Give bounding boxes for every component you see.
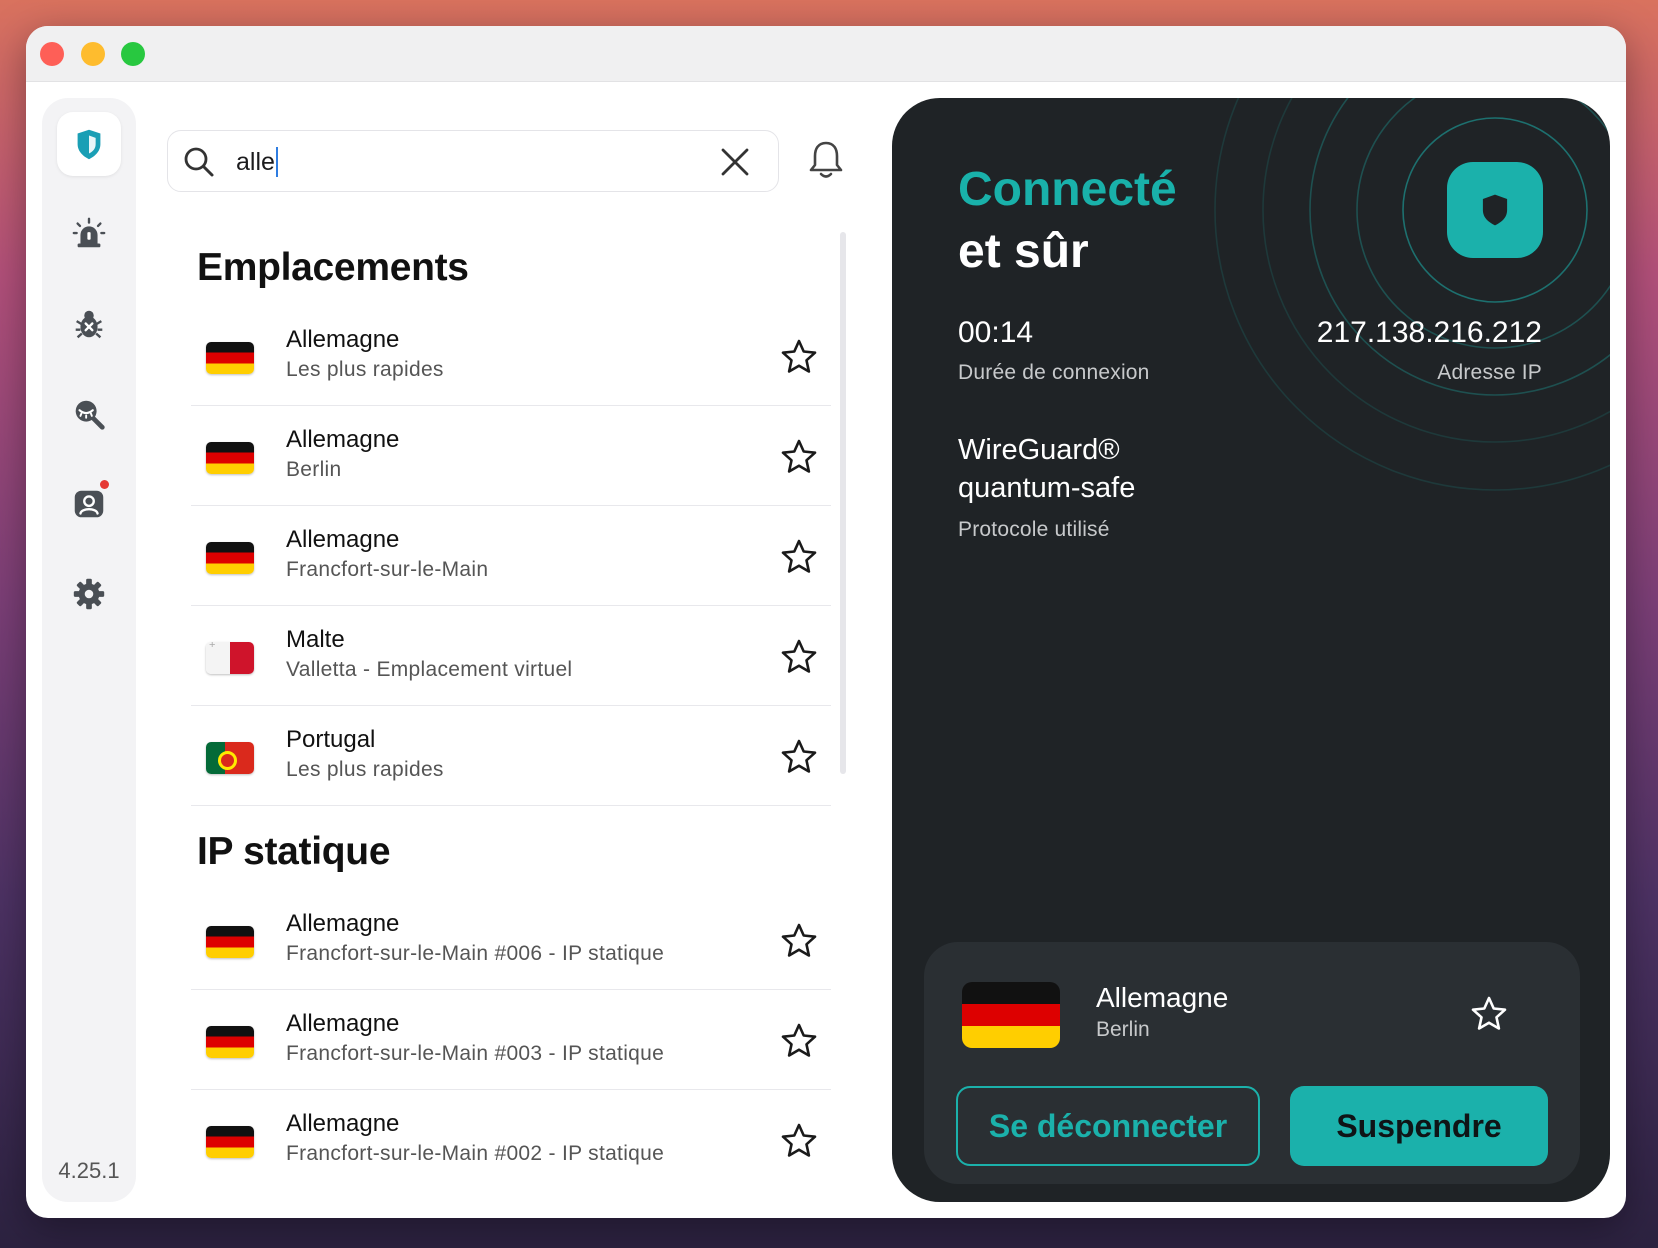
status-title-connected: Connecté [958,163,1177,216]
location-row[interactable]: Allemagne Francfort-sur-le-Main #003 - I… [191,990,831,1090]
location-detail: Francfort-sur-le-Main [286,558,489,581]
location-country: Allemagne [286,426,400,453]
minimize-window-button[interactable] [81,42,105,66]
favorite-star-icon[interactable] [779,437,819,477]
app-window: 4.25.1 alle Emplacements Allemagne Les p… [26,26,1626,1218]
favorite-star-icon[interactable] [779,921,819,961]
location-list: Emplacements Allemagne Les plus rapides … [167,216,847,1202]
pause-button[interactable]: Suspendre [1290,1086,1548,1166]
location-row[interactable]: Allemagne Francfort-sur-le-Main #002 - I… [191,1090,831,1190]
location-detail: Les plus rapides [286,758,444,781]
status-title-secure: et sûr [958,225,1089,278]
connection-duration-label: Durée de connexion [958,361,1150,384]
connection-status-panel: Connecté et sûr 00:14 Durée de connexion… [892,98,1610,1202]
location-row[interactable]: Malte Valletta - Emplacement virtuel [191,606,831,706]
ip-address-label: Adresse IP [1437,361,1542,384]
sidebar-item-threats[interactable] [57,292,121,356]
location-country: Allemagne [286,526,400,553]
location-row[interactable]: Allemagne Les plus rapides [191,306,831,406]
favorite-star-icon[interactable] [779,637,819,677]
germany-flag-icon [206,542,254,574]
location-country: Malte [286,626,345,653]
location-detail: Francfort-sur-le-Main #002 - IP statique [286,1142,665,1165]
location-detail: Les plus rapides [286,358,444,381]
shield-icon [1482,194,1508,226]
sidebar-item-vpn[interactable] [57,112,121,176]
location-detail: Francfort-sur-le-Main #006 - IP statique [286,942,665,965]
virus-bug-icon [75,310,103,339]
section-title-locations: Emplacements [197,246,469,289]
sidebar-item-account[interactable] [57,472,121,536]
connection-duration: 00:14 [958,316,1034,349]
disconnect-button[interactable]: Se déconnecter [956,1086,1260,1166]
account-icon [74,490,104,518]
shield-status-tile [1447,162,1543,258]
maximize-window-button[interactable] [121,42,145,66]
germany-flag-icon [206,442,254,474]
location-row[interactable]: Portugal Les plus rapides [191,706,831,806]
location-row[interactable]: Allemagne Francfort-sur-le-Main #006 - I… [191,890,831,990]
favorite-star-icon[interactable] [779,537,819,577]
gear-icon [73,578,105,610]
sidebar: 4.25.1 [42,98,136,1202]
search-value: alle [236,147,278,177]
close-window-button[interactable] [40,42,64,66]
dark-web-search-icon [75,400,105,430]
location-country: Allemagne [286,910,400,937]
title-bar [26,26,1626,82]
search-input[interactable]: alle [167,130,779,192]
protocol-name: WireGuard® [958,434,1120,466]
favorite-star-icon[interactable] [1469,994,1509,1034]
notifications-bell-icon[interactable] [806,138,846,182]
portugal-flag-icon [206,742,254,774]
sidebar-item-dark-web[interactable] [57,382,121,446]
sidebar-item-settings[interactable] [57,562,121,626]
germany-flag-icon [962,982,1060,1048]
app-version: 4.25.1 [58,1158,120,1183]
vpn-shield-icon [77,129,101,160]
current-city: Berlin [1096,1018,1150,1041]
location-row[interactable]: Allemagne Francfort-sur-le-Main [191,506,831,606]
clear-search-icon[interactable] [718,145,752,179]
sidebar-item-alerts[interactable] [57,202,121,266]
favorite-star-icon[interactable] [779,737,819,777]
search-icon [184,147,214,177]
protocol-variant: quantum-safe [958,472,1136,504]
location-detail: Berlin [286,458,342,481]
location-row[interactable]: Allemagne Berlin [191,406,831,506]
germany-flag-icon [206,1126,254,1158]
germany-flag-icon [206,926,254,958]
alert-siren-icon [72,217,106,248]
section-title-static-ip: IP statique [197,830,391,873]
favorite-star-icon[interactable] [779,337,819,377]
location-country: Portugal [286,726,376,753]
current-country: Allemagne [1096,982,1229,1013]
favorite-star-icon[interactable] [779,1021,819,1061]
ip-address: 217.138.216.212 [1316,316,1542,349]
location-country: Allemagne [286,1010,400,1037]
germany-flag-icon [206,342,254,374]
location-detail: Valletta - Emplacement virtuel [286,658,573,681]
germany-flag-icon [206,1026,254,1058]
favorite-star-icon[interactable] [779,1121,819,1161]
location-detail: Francfort-sur-le-Main #003 - IP statique [286,1042,665,1065]
location-country: Allemagne [286,1110,400,1137]
protocol-label: Protocole utilisé [958,518,1110,541]
current-location-card: Allemagne Berlin Se déconnecter Suspendr… [924,942,1580,1184]
notification-badge [100,480,109,489]
malta-flag-icon [206,642,254,674]
location-country: Allemagne [286,326,400,353]
